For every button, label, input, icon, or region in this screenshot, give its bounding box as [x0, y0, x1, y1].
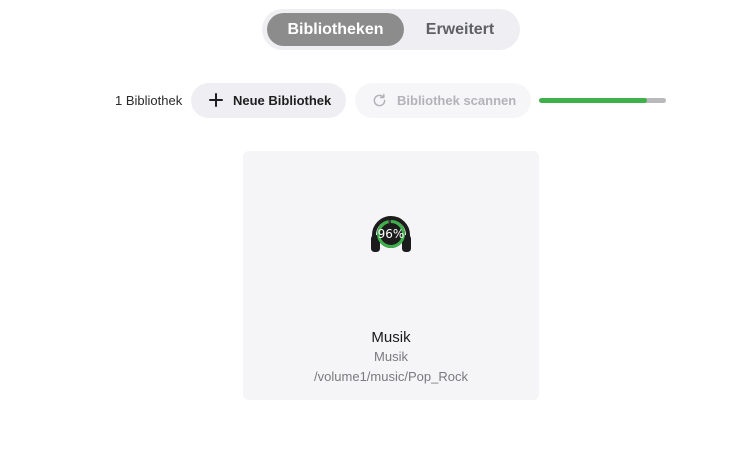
new-library-label: Neue Bibliothek — [233, 93, 332, 108]
library-path: /volume1/music/Pop_Rock — [314, 369, 468, 384]
library-progress-text: 96% — [377, 227, 405, 241]
refresh-icon — [373, 93, 386, 107]
scan-library-label: Bibliothek scannen — [397, 93, 517, 108]
tab-advanced[interactable]: Erweitert — [408, 13, 512, 46]
new-library-button[interactable]: Neue Bibliothek — [191, 83, 346, 118]
scan-library-button[interactable]: Bibliothek scannen — [355, 83, 531, 118]
library-settings-page: Bibliotheken Erweitert 1 Bibliothek Neue… — [0, 0, 755, 450]
library-type: Musik — [374, 349, 408, 364]
library-count: 1 Bibliothek — [115, 93, 183, 108]
library-card[interactable]: 96% Musik Musik /volume1/music/Pop_Rock — [243, 151, 539, 400]
plus-icon — [209, 93, 223, 107]
library-name: Musik — [371, 329, 411, 346]
view-tabs: Bibliotheken Erweitert — [262, 9, 520, 50]
scan-progress-fill — [539, 98, 647, 103]
scan-progress-bar — [539, 98, 666, 103]
tab-libraries[interactable]: Bibliotheken — [267, 13, 404, 46]
headphones-icon: 96% — [367, 209, 415, 257]
